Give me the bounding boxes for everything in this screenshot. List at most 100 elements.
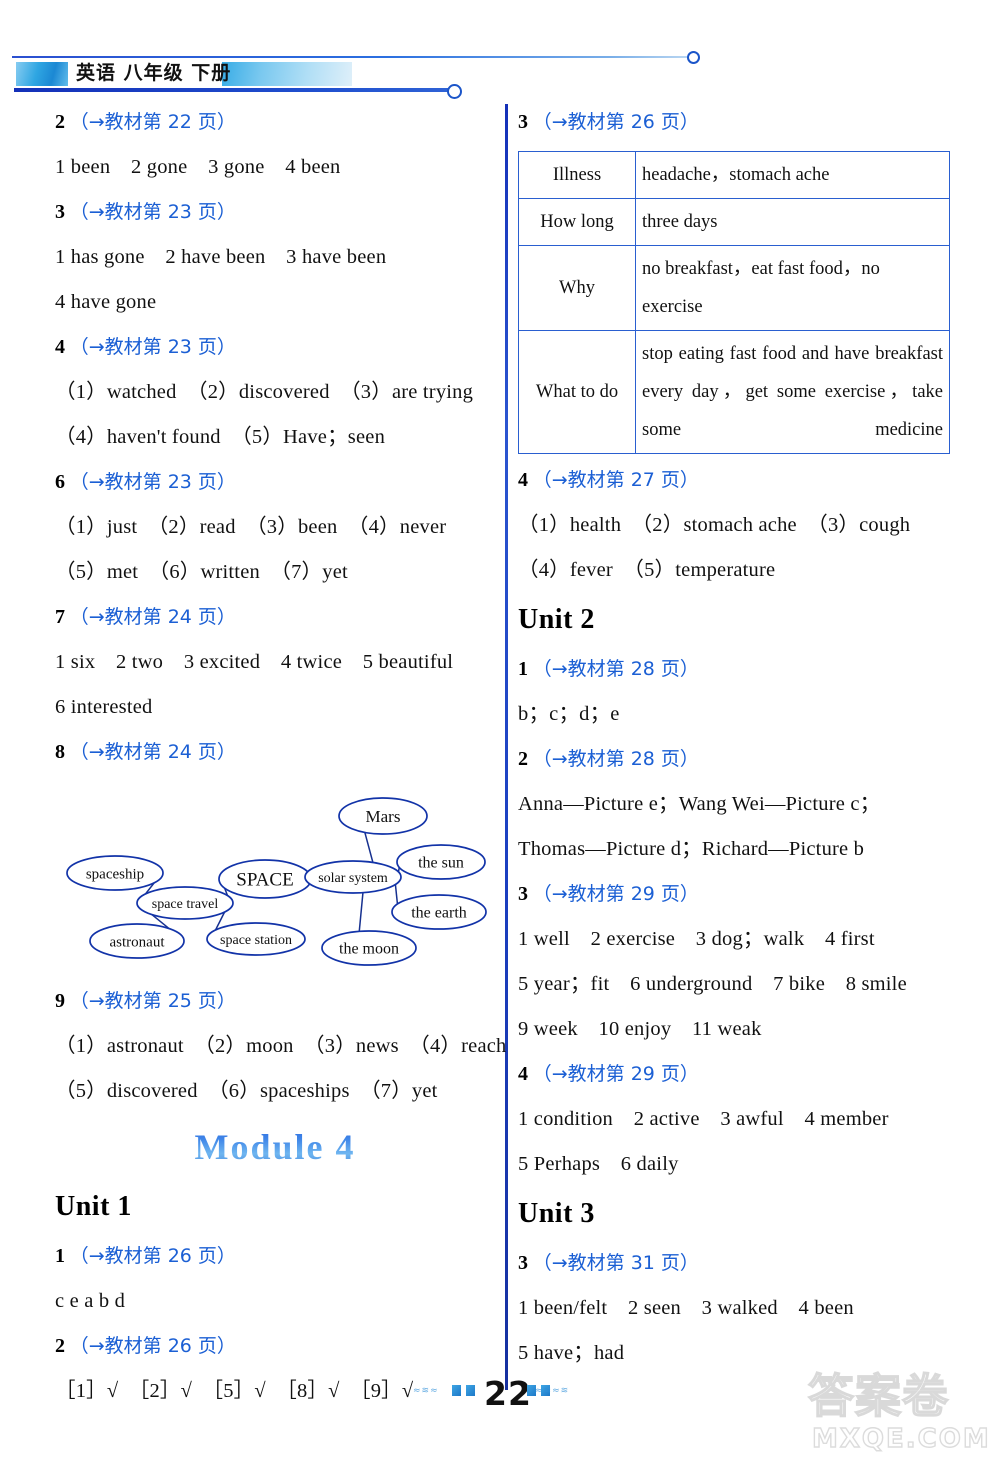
page-header: 英语 八年级 下册: [0, 0, 1000, 100]
table-row-value: headache，stomach ache: [635, 151, 950, 199]
section-number: 1: [55, 1245, 65, 1267]
answer-line: （1）astronaut （2）moon （3）news （4）reach: [55, 1035, 507, 1057]
answer-line: 5 Perhaps 6 daily: [518, 1153, 679, 1175]
section-number: 4: [55, 336, 65, 358]
mindmap-node-label: solar system: [318, 871, 388, 886]
mindmap-node-label: the sun: [418, 855, 464, 872]
left-column: 2 （→教材第 22 页） 1 been 2 gone 3 gone 4 been…: [55, 100, 507, 1414]
answer-line: （5）met （6）written （7）yet: [55, 561, 348, 583]
mindmap-node-the-earth: the earth: [391, 894, 487, 930]
unit-title: Unit 1: [55, 1191, 132, 1222]
answer-line: 1 condition 2 active 3 awful 4 member: [518, 1108, 889, 1130]
section-textbook-ref: （→教材第 23 页）: [69, 201, 236, 223]
section-number: 7: [55, 606, 65, 628]
illness-table: Illness headache，stomach ache How long thre…: [518, 151, 950, 454]
mindmap-link: [363, 831, 374, 864]
answer-line: （4）haven't found （5）Have；seen: [55, 426, 386, 448]
section-textbook-ref: （→教材第 22 页）: [69, 111, 236, 133]
section-heading: 9 （→教材第 25 页）: [55, 979, 495, 1024]
watermark-site: MXQE.COM: [811, 1423, 991, 1454]
section-number: 3: [518, 111, 528, 133]
header-rule-bottom: [14, 88, 454, 92]
answer-line: （1）health （2）stomach ache （3）cough: [518, 514, 911, 536]
answer-line: 5 have；had: [518, 1342, 625, 1364]
section-heading: 6 （→教材第 23 页）: [55, 460, 495, 505]
table-row-key: What to do: [518, 330, 636, 454]
mindmap-node-astronaut: astronaut: [89, 923, 185, 959]
mindmap-node-mars: Mars: [338, 797, 428, 835]
mindmap-node-solar-system: solar system: [304, 860, 402, 894]
mindmap-node-label: Mars: [366, 807, 401, 826]
table-row-value: no breakfast，eat fast food，no exercise: [635, 245, 950, 331]
section-number: 8: [55, 741, 65, 763]
answer-line: c e a b d: [55, 1290, 126, 1312]
answer-line: 1 been/felt 2 seen 3 walked 4 been: [518, 1297, 854, 1319]
section-textbook-ref: （→教材第 28 页）: [532, 748, 699, 770]
mindmap-node-label: SPACE: [236, 870, 293, 891]
answer-line: （1）just （2）read （3）been （4）never: [55, 516, 447, 538]
section-heading: 4 （→教材第 27 页）: [518, 458, 958, 503]
section-heading: 2 （→教材第 22 页）: [55, 100, 495, 145]
answer-line: 1 six 2 two 3 excited 4 twice 5 beautifu…: [55, 651, 454, 673]
module-title: Module 4: [55, 1114, 495, 1180]
section-number: 2: [518, 748, 528, 770]
section-textbook-ref: （→教材第 26 页）: [532, 111, 699, 133]
section-textbook-ref: （→教材第 27 页）: [532, 469, 699, 491]
answer-line: （5）discovered （6）spaceships （7）yet: [55, 1080, 438, 1102]
answer-line: 4 have gone: [55, 291, 157, 313]
table-row-value: stop eating fast food and have breakfast…: [635, 330, 950, 454]
section-textbook-ref: （→教材第 25 页）: [69, 990, 236, 1012]
mindmap-node-space-travel: space travel: [136, 886, 234, 920]
right-column: 3 （→教材第 26 页） Illness headache，stomach ach…: [518, 100, 958, 1376]
mindmap-node-label: spaceship: [86, 866, 144, 882]
section-textbook-ref: （→教材第 31 页）: [532, 1252, 699, 1274]
table-row: What to do stop eating fast food and have…: [518, 330, 950, 454]
mindmap-node-label: the earth: [411, 905, 467, 922]
section-textbook-ref: （→教材第 23 页）: [69, 471, 236, 493]
header-swatch-right: [222, 62, 352, 86]
section-textbook-ref: （→教材第 24 页）: [69, 741, 236, 763]
unit-title: Unit 3: [518, 1198, 595, 1229]
section-heading: 2 （→教材第 28 页）: [518, 737, 958, 782]
footer-block-2: [466, 1385, 475, 1396]
section-heading: 8 （→教材第 24 页）: [55, 730, 495, 775]
space-mindmap: spaceship space travel astronaut space stat…: [45, 779, 495, 979]
mindmap-node-label: the moon: [339, 941, 399, 958]
section-number: 4: [518, 1063, 528, 1085]
mindmap-node-label: space station: [220, 933, 292, 948]
section-heading: 2 （→教材第 26 页）: [55, 1324, 495, 1369]
column-divider: [505, 104, 508, 1390]
mindmap-node-space-station: space station: [206, 922, 306, 956]
mindmap-node-space: SPACE: [218, 859, 312, 899]
page-title: 英语 八年级 下册: [76, 62, 232, 84]
section-textbook-ref: （→教材第 26 页）: [69, 1335, 236, 1357]
section-textbook-ref: （→教材第 29 页）: [532, 883, 699, 905]
table-row: Why no breakfast，eat fast food，no exercis…: [518, 245, 950, 331]
unit-title: Unit 2: [518, 604, 595, 635]
section-heading: 1 （→教材第 26 页）: [55, 1234, 495, 1279]
section-heading: 1 （→教材第 28 页）: [518, 647, 958, 692]
mindmap-link: [394, 882, 399, 906]
watermark: 答案卷 MXQE.COM: [800, 1368, 992, 1460]
mindmap-node-spaceship: spaceship: [66, 855, 164, 891]
footer-ornament-left: ≈≋≈: [413, 1386, 439, 1396]
watermark-chinese: 答案卷: [807, 1368, 949, 1424]
answer-line: Thomas—Picture d；Richard—Picture b: [518, 838, 865, 860]
section-heading: 3 （→教材第 31 页）: [518, 1241, 958, 1286]
header-rule-top: [12, 56, 692, 58]
table-row-key: Why: [518, 245, 636, 331]
footer-block-1: [452, 1385, 461, 1396]
section-textbook-ref: （→教材第 28 页）: [532, 658, 699, 680]
section-heading: 3 （→教材第 26 页）: [518, 100, 958, 145]
header-swatch-left: [16, 62, 68, 86]
section-textbook-ref: （→教材第 24 页）: [69, 606, 236, 628]
table-row-key: How long: [518, 198, 636, 246]
answer-line: b；c；d；e: [518, 703, 620, 725]
answer-line: 1 has gone 2 have been 3 have been: [55, 246, 387, 268]
table-row: How long three days: [518, 198, 950, 246]
answer-line: 1 been 2 gone 3 gone 4 been: [55, 156, 341, 178]
mindmap-node-the-sun: the sun: [396, 844, 486, 880]
answer-line: 1 well 2 exercise 3 dog；walk 4 first: [518, 928, 875, 950]
table-row-key: Illness: [518, 151, 636, 199]
section-heading: 4 （→教材第 23 页）: [55, 325, 495, 370]
